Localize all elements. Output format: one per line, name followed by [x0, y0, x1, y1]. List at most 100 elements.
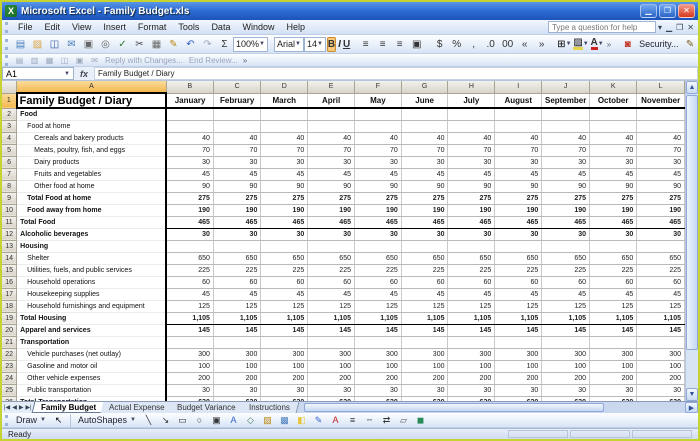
- diagram-icon[interactable]: ◇: [243, 413, 258, 428]
- value-cell[interactable]: 30: [213, 228, 262, 241]
- merge-center-icon[interactable]: ▣: [409, 37, 424, 52]
- prev-sheet-icon[interactable]: ◀: [12, 404, 17, 411]
- value-cell[interactable]: [166, 120, 214, 133]
- value-cell[interactable]: 630: [494, 395, 543, 401]
- value-cell[interactable]: [636, 240, 685, 253]
- format-painter-icon[interactable]: ✎: [166, 37, 181, 52]
- value-cell[interactable]: 45: [354, 168, 402, 181]
- value-cell[interactable]: 30: [166, 384, 214, 397]
- value-cell[interactable]: [354, 120, 402, 133]
- row-header-2[interactable]: 2: [2, 108, 18, 121]
- row-label-cell[interactable]: Meats, poultry, fish, and eggs: [16, 144, 168, 157]
- value-cell[interactable]: 225: [166, 264, 214, 277]
- value-cell[interactable]: 200: [307, 372, 355, 385]
- value-cell[interactable]: 650: [354, 252, 402, 265]
- value-cell[interactable]: 200: [213, 372, 262, 385]
- value-cell[interactable]: [636, 120, 685, 133]
- autosum-icon[interactable]: Σ: [217, 37, 232, 52]
- value-cell[interactable]: 30: [541, 156, 591, 169]
- value-cell[interactable]: 100: [213, 360, 262, 373]
- value-cell[interactable]: 100: [494, 360, 543, 373]
- value-cell[interactable]: 465: [541, 215, 591, 229]
- row-header-10[interactable]: 10: [2, 204, 18, 217]
- value-cell[interactable]: 125: [166, 300, 214, 313]
- column-header-C[interactable]: C: [213, 81, 262, 94]
- currency-icon[interactable]: $: [432, 37, 447, 52]
- value-cell[interactable]: 650: [213, 252, 262, 265]
- value-cell[interactable]: [307, 336, 355, 349]
- value-cell[interactable]: 200: [354, 372, 402, 385]
- value-cell[interactable]: 650: [541, 252, 591, 265]
- value-cell[interactable]: [307, 120, 355, 133]
- month-header-cell[interactable]: February: [213, 93, 262, 109]
- value-cell[interactable]: 30: [354, 384, 402, 397]
- value-cell[interactable]: 300: [447, 348, 496, 361]
- value-cell[interactable]: 200: [494, 372, 543, 385]
- bold-button[interactable]: B: [326, 36, 337, 52]
- value-cell[interactable]: 30: [401, 156, 449, 169]
- value-cell[interactable]: 275: [354, 191, 402, 205]
- value-cell[interactable]: 225: [447, 264, 496, 277]
- value-cell[interactable]: [401, 336, 449, 349]
- review-reject-icon[interactable]: ◫: [58, 55, 71, 66]
- menu-insert[interactable]: Insert: [97, 21, 132, 33]
- value-cell[interactable]: 30: [494, 156, 543, 169]
- value-cell[interactable]: 275: [260, 191, 309, 205]
- value-cell[interactable]: 45: [260, 288, 309, 301]
- value-cell[interactable]: 60: [447, 276, 496, 289]
- sheet-tab-actual-expense[interactable]: Actual Expense: [100, 402, 174, 413]
- value-cell[interactable]: 40: [260, 132, 309, 145]
- value-cell[interactable]: 100: [401, 360, 449, 373]
- value-cell[interactable]: 1,105: [401, 311, 449, 325]
- percent-icon[interactable]: %: [449, 37, 464, 52]
- value-cell[interactable]: 465: [636, 215, 685, 229]
- value-cell[interactable]: 70: [541, 144, 591, 157]
- value-cell[interactable]: 630: [213, 395, 262, 401]
- fill-color-button[interactable]: ▨ ▼: [573, 37, 589, 52]
- row-header-11[interactable]: 11: [2, 216, 18, 229]
- value-cell[interactable]: [260, 108, 309, 121]
- value-cell[interactable]: [307, 240, 355, 253]
- row-header-13[interactable]: 13: [2, 240, 18, 253]
- value-cell[interactable]: 60: [213, 276, 262, 289]
- value-cell[interactable]: 90: [401, 180, 449, 193]
- value-cell[interactable]: 190: [636, 204, 685, 217]
- value-cell[interactable]: [354, 336, 402, 349]
- value-cell[interactable]: [636, 108, 685, 121]
- row-label-cell[interactable]: Total Housing: [16, 312, 168, 325]
- row-label-cell[interactable]: Housekeeping supplies: [16, 288, 168, 301]
- value-cell[interactable]: [447, 108, 496, 121]
- row-header-4[interactable]: 4: [2, 132, 18, 145]
- value-cell[interactable]: 300: [166, 348, 214, 361]
- font-color-icon[interactable]: A: [328, 413, 343, 428]
- value-cell[interactable]: 70: [260, 144, 309, 157]
- column-header-A[interactable]: A: [16, 81, 167, 94]
- row-header-17[interactable]: 17: [2, 288, 18, 301]
- row-header-12[interactable]: 12: [2, 228, 18, 241]
- value-cell[interactable]: 200: [447, 372, 496, 385]
- value-cell[interactable]: 70: [447, 144, 496, 157]
- value-cell[interactable]: 30: [401, 228, 449, 241]
- row-header-14[interactable]: 14: [2, 252, 18, 265]
- value-cell[interactable]: 1,105: [307, 311, 355, 325]
- value-cell[interactable]: 125: [260, 300, 309, 313]
- value-cell[interactable]: 100: [636, 360, 685, 373]
- oval-icon[interactable]: ○: [192, 413, 207, 428]
- value-cell[interactable]: 1,105: [447, 311, 496, 325]
- review-next-icon[interactable]: ▥: [28, 55, 41, 66]
- restore-button[interactable]: ❐: [659, 4, 676, 18]
- workbook-close-icon[interactable]: ✕: [685, 23, 696, 32]
- value-cell[interactable]: 145: [213, 324, 262, 337]
- value-cell[interactable]: 125: [307, 300, 355, 313]
- value-cell[interactable]: 30: [401, 384, 449, 397]
- value-cell[interactable]: 225: [213, 264, 262, 277]
- value-cell[interactable]: 630: [354, 395, 402, 401]
- minimize-button[interactable]: ▁: [640, 4, 657, 18]
- fill-color-icon[interactable]: ◧: [294, 413, 309, 428]
- value-cell[interactable]: 40: [354, 132, 402, 145]
- dropdown-arrow-icon[interactable]: ▾: [656, 23, 664, 32]
- undo-icon[interactable]: ↶: [183, 37, 198, 52]
- value-cell[interactable]: [401, 108, 449, 121]
- scroll-right-icon[interactable]: ▶: [685, 402, 698, 413]
- value-cell[interactable]: 45: [213, 168, 262, 181]
